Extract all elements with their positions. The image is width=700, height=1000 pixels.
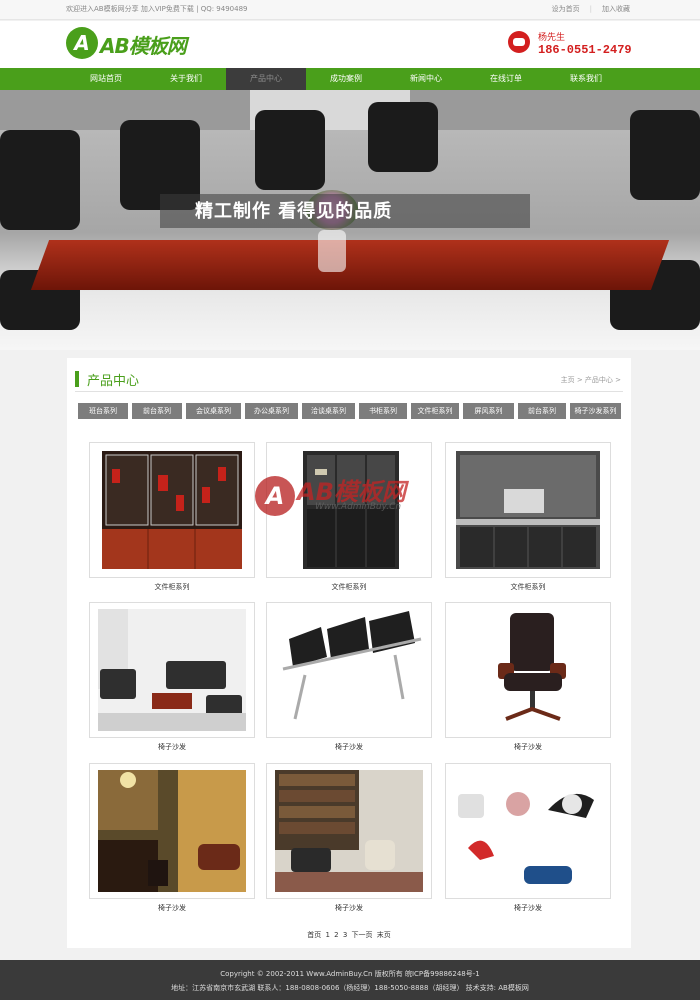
category-tabs: 班台系列 前台系列 会议桌系列 办公桌系列 洽谈桌系列 书柜系列 文件柜系列 屏风系列 前台系列…	[78, 403, 621, 419]
banner-vase	[318, 230, 346, 272]
nav-item[interactable]: 在线订单	[466, 68, 546, 90]
watermark-url: Www.AdminBuy.Cn	[315, 502, 402, 512]
category-tab[interactable]: 屏风系列	[463, 403, 514, 419]
watermark-logo-mark: A	[255, 476, 295, 516]
nav-item[interactable]: 新闻中心	[386, 68, 466, 90]
product-card[interactable]: 椅子沙发	[89, 602, 255, 756]
pager-first[interactable]: 首页	[307, 931, 321, 939]
banner-chair	[630, 110, 700, 200]
product-image[interactable]	[445, 442, 611, 578]
contact-person: 杨先生	[538, 33, 566, 43]
product-image[interactable]	[445, 763, 611, 899]
category-tab[interactable]: 文件柜系列	[411, 403, 459, 419]
product-card[interactable]: 椅子沙发	[445, 763, 611, 917]
category-tab[interactable]: 办公桌系列	[245, 403, 298, 419]
contact-phone: 186-0551-2479	[538, 43, 632, 57]
pagination: 首页 1 2 3 下一页 末页	[67, 930, 631, 940]
modern-chairs-image	[454, 770, 602, 892]
pager-page-1[interactable]: 1	[325, 931, 329, 939]
nav-item[interactable]: 联系我们	[546, 68, 626, 90]
product-card[interactable]: 椅子沙发	[445, 602, 611, 756]
category-tab[interactable]: 椅子沙发系列	[570, 403, 621, 419]
product-caption[interactable]: 文件柜系列	[89, 582, 255, 592]
site-footer: Copyright © 2002-2011 Www.AdminBuy.Cn 版权…	[0, 960, 700, 1000]
set-home-link[interactable]: 设为首页	[552, 5, 580, 13]
site-logo[interactable]: A AB模板网	[66, 25, 216, 61]
nav-item[interactable]: 网站首页	[66, 68, 146, 90]
category-tab[interactable]: 前台系列	[518, 403, 566, 419]
product-image[interactable]	[445, 602, 611, 738]
banner-chair	[0, 130, 80, 230]
divider: |	[589, 5, 592, 13]
sofa-image	[98, 609, 246, 731]
main-nav: 网站首页 关于我们 产品中心 成功案例 新闻中心 在线订单 联系我们	[0, 68, 700, 90]
title-accent	[75, 371, 79, 387]
product-image[interactable]	[89, 602, 255, 738]
product-caption[interactable]: 椅子沙发	[89, 903, 255, 913]
pager-next[interactable]: 下一页	[352, 931, 373, 939]
nav-item[interactable]: 关于我们	[146, 68, 226, 90]
pager-last[interactable]: 末页	[377, 931, 391, 939]
product-image[interactable]	[266, 602, 432, 738]
pager-page-3[interactable]: 3	[343, 931, 347, 939]
product-image[interactable]	[89, 763, 255, 899]
cabinet-image	[102, 451, 242, 569]
product-card[interactable]: 文件柜系列	[445, 442, 611, 596]
product-caption[interactable]: 椅子沙发	[445, 742, 611, 752]
watermark: A AB模板网 Www.AdminBuy.Cn	[255, 470, 445, 530]
hero-banner: 精工制作 看得见的品质	[0, 90, 700, 350]
lounge-room-image	[98, 770, 246, 892]
category-tab[interactable]: 书柜系列	[359, 403, 407, 419]
product-caption[interactable]: 文件柜系列	[445, 582, 611, 592]
product-center: 产品中心 主页 > 产品中心 > 班台系列 前台系列 会议桌系列 办公桌系列 洽谈桌系列…	[67, 358, 631, 948]
footer-copyright: Copyright © 2002-2011 Www.AdminBuy.Cn 版权…	[220, 970, 480, 978]
product-caption[interactable]: 椅子沙发	[266, 742, 432, 752]
banner-chair	[255, 110, 325, 190]
footer-address: 地址：江苏省南京市玄武湖 联系人：188-0808-0606（杨经理）188-5…	[171, 984, 529, 992]
breadcrumb[interactable]: 主页 > 产品中心 >	[561, 375, 621, 385]
product-caption[interactable]: 文件柜系列	[266, 582, 432, 592]
product-caption[interactable]: 椅子沙发	[266, 903, 432, 913]
banner-table	[30, 240, 670, 290]
product-card[interactable]: 椅子沙发	[266, 602, 432, 756]
section-title: 产品中心	[87, 374, 140, 389]
nav-item[interactable]: 产品中心	[226, 68, 306, 90]
library-room-image	[275, 770, 423, 892]
product-card[interactable]: 椅子沙发	[266, 763, 432, 917]
site-header: A AB模板网 杨先生 186-0551-2479	[0, 21, 700, 68]
banner-slogan: 精工制作 看得见的品质	[195, 201, 393, 222]
welcome-text: 欢迎进入AB模板网分享 加入VIP免费下载 | QQ: 9490489	[66, 5, 248, 13]
product-image[interactable]	[89, 442, 255, 578]
product-caption[interactable]: 椅子沙发	[89, 742, 255, 752]
product-image[interactable]	[266, 763, 432, 899]
bench-chair-image	[275, 609, 423, 731]
cabinet-image	[456, 451, 600, 569]
office-chair-image	[454, 609, 602, 731]
add-favorite-link[interactable]: 加入收藏	[602, 5, 630, 13]
top-links: 设为首页 | 加入收藏	[552, 4, 630, 14]
phone-icon	[508, 31, 530, 53]
top-bar: 欢迎进入AB模板网分享 加入VIP免费下载 | QQ: 9490489 设为首页…	[0, 0, 700, 20]
nav-list: 网站首页 关于我们 产品中心 成功案例 新闻中心 在线订单 联系我们	[66, 68, 626, 90]
category-tab[interactable]: 前台系列	[132, 403, 182, 419]
product-caption[interactable]: 椅子沙发	[445, 903, 611, 913]
category-tab[interactable]: 洽谈桌系列	[302, 403, 355, 419]
nav-item[interactable]: 成功案例	[306, 68, 386, 90]
product-card[interactable]: 文件柜系列	[89, 442, 255, 596]
logo-mark: A	[66, 27, 98, 59]
contact-info: 杨先生 186-0551-2479	[508, 27, 638, 63]
product-card[interactable]: 椅子沙发	[89, 763, 255, 917]
category-tab[interactable]: 会议桌系列	[186, 403, 241, 419]
logo-text: AB模板网	[100, 34, 187, 58]
banner-chair	[368, 102, 438, 172]
category-tab[interactable]: 班台系列	[78, 403, 128, 419]
pager-page-2[interactable]: 2	[334, 931, 338, 939]
section-title-bar: 产品中心 主页 > 产品中心 >	[75, 368, 623, 392]
